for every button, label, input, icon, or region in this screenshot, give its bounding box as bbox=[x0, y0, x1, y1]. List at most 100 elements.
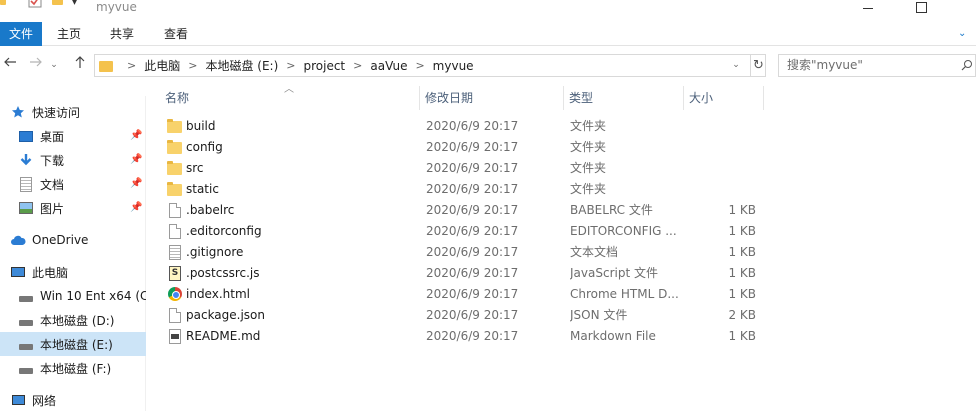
ribbon-tabs: 文件 主页 共享 查看 ⌄ bbox=[0, 22, 976, 46]
chevron-right-icon[interactable]: > bbox=[127, 59, 136, 72]
column-header-date[interactable]: 修改日期 bbox=[420, 86, 564, 110]
star-icon bbox=[10, 104, 26, 120]
sidebar-item-downloads[interactable]: 下载 📌 bbox=[0, 148, 146, 172]
address-bar[interactable]: > 此电脑 > 本地磁盘 (E:) > project > aaVue > my… bbox=[94, 54, 766, 77]
up-arrow-icon[interactable] bbox=[70, 54, 90, 76]
customize-toolbar-icon[interactable]: ▾ bbox=[72, 0, 77, 8]
tab-home[interactable]: 主页 bbox=[50, 22, 88, 46]
file-name: package.json bbox=[186, 308, 266, 322]
file-name: src bbox=[186, 161, 204, 175]
file-size bbox=[690, 137, 756, 158]
file-row[interactable]: config 2020/6/9 20:17 文件夹 bbox=[160, 137, 764, 158]
sidebar-item-this-pc[interactable]: 此电脑 bbox=[0, 260, 146, 284]
file-type: JSON 文件 bbox=[570, 308, 628, 322]
sidebar-item-documents[interactable]: 文档 📌 bbox=[0, 172, 146, 196]
network-icon bbox=[10, 392, 26, 408]
sidebar-item-desktop[interactable]: 桌面 📌 bbox=[0, 124, 146, 148]
sidebar-item-quick-access[interactable]: 快速访问 bbox=[0, 100, 146, 124]
computer-icon bbox=[10, 264, 26, 280]
chevron-right-icon[interactable]: > bbox=[353, 59, 362, 72]
file-row[interactable]: package.json 2020/6/9 20:17 JSON 文件 2 KB bbox=[160, 305, 764, 326]
file-row[interactable]: src 2020/6/9 20:17 文件夹 bbox=[160, 158, 764, 179]
file-date: 2020/6/9 20:17 bbox=[426, 266, 519, 280]
file-date: 2020/6/9 20:17 bbox=[426, 287, 519, 301]
text-file-icon bbox=[167, 245, 183, 261]
js-file-icon: S bbox=[167, 266, 183, 282]
sidebar-item-pictures[interactable]: 图片 📌 bbox=[0, 196, 146, 220]
file-row[interactable]: index.html 2020/6/9 20:17 Chrome HTML D.… bbox=[160, 284, 764, 305]
column-header-size[interactable]: 大小 bbox=[684, 86, 764, 110]
file-type: 文本文档 bbox=[570, 245, 619, 259]
sidebar-item-drive-d[interactable]: 本地磁盘 (D:) bbox=[0, 308, 146, 332]
file-icon bbox=[167, 308, 183, 324]
search-input[interactable]: 搜索"myvue" bbox=[778, 54, 976, 77]
sidebar-item-drive-f[interactable]: 本地磁盘 (F:) bbox=[0, 356, 146, 380]
file-date: 2020/6/9 20:17 bbox=[426, 224, 519, 238]
file-type: Markdown File bbox=[570, 329, 656, 343]
pin-icon[interactable]: 📌 bbox=[130, 154, 142, 166]
file-size bbox=[690, 179, 756, 200]
breadcrumb-project[interactable]: project bbox=[303, 59, 345, 73]
folder-icon bbox=[99, 61, 113, 72]
file-type: 文件夹 bbox=[570, 140, 607, 154]
column-header-type[interactable]: 类型 bbox=[564, 86, 684, 110]
breadcrumb-myvue[interactable]: myvue bbox=[433, 59, 474, 73]
refresh-icon[interactable]: ↻ bbox=[750, 55, 766, 76]
file-row[interactable]: .babelrc 2020/6/9 20:17 BABELRC 文件 1 KB bbox=[160, 200, 764, 221]
sidebar-item-drive-c[interactable]: Win 10 Ent x64 (C: bbox=[0, 284, 146, 308]
navigation-pane: 快速访问 桌面 📌 下载 📌 文档 📌 图片 📌 OneDrive 此电脑 Wi… bbox=[0, 96, 146, 411]
file-size bbox=[690, 116, 756, 137]
tab-file[interactable]: 文件 bbox=[0, 22, 42, 46]
minimize-button[interactable] bbox=[845, 0, 891, 16]
expand-ribbon-icon[interactable]: ⌄ bbox=[958, 24, 976, 44]
address-history-icon[interactable]: ⌄ bbox=[729, 55, 743, 76]
file-name: static bbox=[186, 182, 219, 196]
back-arrow-icon[interactable] bbox=[0, 54, 20, 76]
folder-icon bbox=[167, 119, 183, 135]
file-row[interactable]: S .postcssrc.js 2020/6/9 20:17 JavaScrip… bbox=[160, 263, 764, 284]
pin-icon[interactable]: 📌 bbox=[130, 178, 142, 190]
file-name: build bbox=[186, 119, 216, 133]
chevron-right-icon[interactable]: > bbox=[415, 59, 424, 72]
file-list: build 2020/6/9 20:17 文件夹 config 2020/6/9… bbox=[160, 116, 764, 347]
file-type: EDITORCONFIG ... bbox=[570, 224, 677, 238]
file-name: .babelrc bbox=[186, 203, 235, 217]
title-bar: ▾ myvue bbox=[0, 0, 976, 18]
properties-icon[interactable] bbox=[28, 0, 42, 11]
file-row[interactable]: build 2020/6/9 20:17 文件夹 bbox=[160, 116, 764, 137]
desktop-icon bbox=[18, 128, 34, 144]
file-name: .postcssrc.js bbox=[186, 266, 260, 280]
file-row[interactable]: .editorconfig 2020/6/9 20:17 EDITORCONFI… bbox=[160, 221, 764, 242]
file-date: 2020/6/9 20:17 bbox=[426, 245, 519, 259]
file-row[interactable]: README.md 2020/6/9 20:17 Markdown File 1… bbox=[160, 326, 764, 347]
file-size: 1 KB bbox=[728, 266, 756, 280]
file-date: 2020/6/9 20:17 bbox=[426, 329, 519, 343]
sidebar-item-network[interactable]: 网络 bbox=[0, 388, 146, 411]
file-row[interactable]: .gitignore 2020/6/9 20:17 文本文档 1 KB bbox=[160, 242, 764, 263]
column-header-name[interactable]: 名称 bbox=[160, 86, 420, 110]
file-name: index.html bbox=[186, 287, 250, 301]
window-title: myvue bbox=[96, 0, 137, 14]
recent-locations-icon[interactable]: ⌄ bbox=[48, 54, 60, 76]
tab-share[interactable]: 共享 bbox=[103, 22, 141, 46]
breadcrumb-aavue[interactable]: aaVue bbox=[370, 59, 407, 73]
tab-view[interactable]: 查看 bbox=[157, 22, 195, 46]
breadcrumb-this-pc[interactable]: 此电脑 bbox=[144, 57, 180, 74]
pin-icon[interactable]: 📌 bbox=[130, 130, 142, 142]
folder-icon bbox=[0, 0, 6, 5]
search-icon[interactable] bbox=[961, 59, 975, 73]
chevron-right-icon[interactable]: > bbox=[286, 59, 295, 72]
forward-arrow-icon[interactable] bbox=[26, 54, 46, 76]
maximize-button[interactable] bbox=[898, 0, 944, 16]
file-type: 文件夹 bbox=[570, 119, 607, 133]
breadcrumb-drive-e[interactable]: 本地磁盘 (E:) bbox=[205, 57, 278, 74]
file-name: config bbox=[186, 140, 223, 154]
sidebar-item-onedrive[interactable]: OneDrive bbox=[0, 228, 146, 252]
folder-icon bbox=[167, 182, 183, 198]
pin-icon[interactable]: 📌 bbox=[130, 202, 142, 214]
file-row[interactable]: static 2020/6/9 20:17 文件夹 bbox=[160, 179, 764, 200]
new-folder-icon[interactable] bbox=[52, 0, 63, 5]
chevron-right-icon[interactable]: > bbox=[188, 59, 197, 72]
file-icon bbox=[167, 224, 183, 240]
sidebar-item-drive-e[interactable]: 本地磁盘 (E:) bbox=[0, 332, 146, 356]
